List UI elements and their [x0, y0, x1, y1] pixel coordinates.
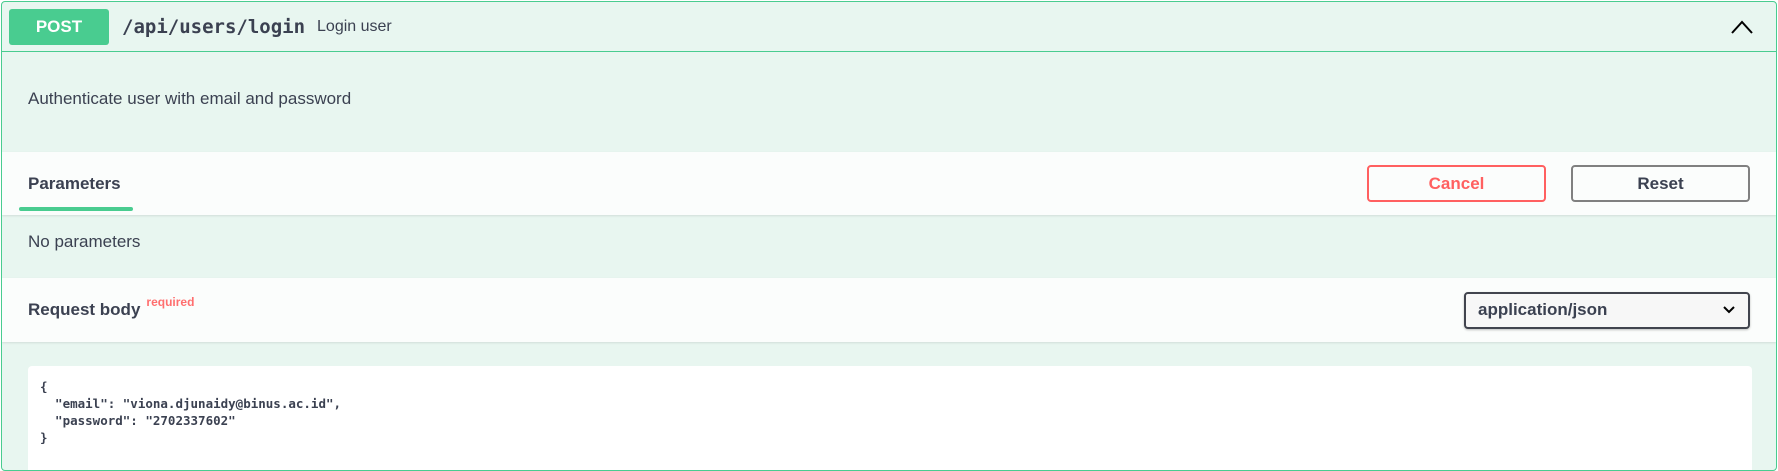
try-out-buttons: Cancel Reset [1367, 165, 1750, 202]
content-type-value: application/json [1478, 300, 1608, 319]
tab-parameters[interactable]: Parameters [28, 174, 121, 194]
endpoint-summary: Login user [317, 17, 392, 35]
request-body-title: Request body [28, 300, 141, 319]
cancel-button[interactable]: Cancel [1367, 165, 1546, 202]
no-parameters-text: No parameters [28, 232, 141, 251]
opblock-summary[interactable]: POST /api/users/login Login user [2, 2, 1776, 52]
required-badge: required [146, 295, 195, 309]
request-body-header: Request body required application/json [2, 278, 1776, 342]
reset-button[interactable]: Reset [1571, 165, 1750, 202]
parameters-header: Parameters Cancel Reset [2, 152, 1776, 215]
chevron-up-icon[interactable] [1729, 14, 1755, 40]
endpoint-path: /api/users/login [122, 15, 306, 38]
chevron-down-icon [1722, 305, 1736, 315]
request-body-example: { "email": "viona.djunaidy@binus.ac.id",… [40, 379, 342, 445]
operation-description: Authenticate user with email and passwor… [28, 89, 352, 108]
request-body-editor[interactable]: { "email": "viona.djunaidy@binus.ac.id",… [28, 366, 1752, 470]
opblock-post: POST /api/users/login Login user Authent… [1, 1, 1777, 471]
content-type-select[interactable]: application/json [1464, 291, 1750, 329]
tab-underline [19, 207, 133, 211]
method-badge: POST [9, 8, 109, 45]
